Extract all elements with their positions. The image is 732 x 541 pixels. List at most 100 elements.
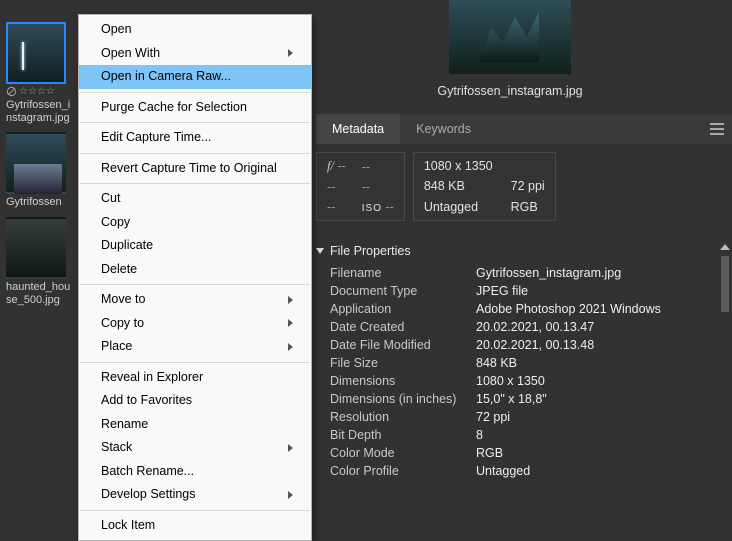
menu-item-label: Copy to (101, 315, 144, 333)
property-key: Application (316, 302, 476, 316)
aperture-label: f/ (327, 159, 334, 173)
property-value[interactable]: 20.02.2021, 00.13.48 (476, 338, 718, 352)
menu-item-label: Reveal in Explorer (101, 369, 203, 387)
menu-item-move-to[interactable]: Move to (79, 288, 311, 312)
property-key: Date File Modified (316, 338, 476, 352)
property-key: Filename (316, 266, 476, 280)
metadata-summary: f/ -- -- -- -- -- ISO -- 1080 x 1350 848… (316, 152, 556, 221)
iso-label: ISO (362, 203, 382, 214)
thumbnail-item[interactable]: Gytrifossen (6, 132, 74, 209)
property-key: Date Created (316, 320, 476, 334)
panel-menu-icon[interactable] (702, 114, 732, 144)
preview-area: Gytrifossen_instagram.jpg (430, 0, 590, 98)
thumbnail-item[interactable]: ☆☆☆☆ Gytrifossen_instagram.jpg (6, 22, 74, 124)
tab-metadata[interactable]: Metadata (316, 114, 400, 144)
thumbnail-image[interactable] (6, 132, 66, 194)
menu-item-purge-cache-for-selection[interactable]: Purge Cache for Selection (79, 96, 311, 120)
exposure-value: -- (327, 180, 346, 194)
thumbnail-caption: haunted_house_500.jpg (6, 281, 74, 306)
file-properties-title: File Properties (330, 244, 411, 258)
scroll-up-icon[interactable] (720, 244, 730, 250)
menu-item-label: Copy (101, 214, 130, 232)
menu-item-open[interactable]: Open (79, 18, 311, 42)
file-summary-box: 1080 x 1350 848 KB 72 ppi Untagged RGB (413, 152, 556, 221)
property-value[interactable]: Gytrifossen_instagram.jpg (476, 266, 718, 280)
property-key: Bit Depth (316, 428, 476, 442)
property-value[interactable]: 20.02.2021, 00.13.47 (476, 320, 718, 334)
menu-item-lock-item[interactable]: Lock Item (79, 514, 311, 538)
file-properties-panel: File Properties FilenameGytrifossen_inst… (316, 244, 718, 507)
flash-value: -- (362, 180, 394, 194)
property-value[interactable]: Untagged (476, 464, 718, 478)
menu-item-place[interactable]: Place (79, 335, 311, 359)
thumbnail-column: ☆☆☆☆ Gytrifossen_instagram.jpg Gytrifoss… (6, 22, 74, 314)
menu-item-label: Revert Capture Time to Original (101, 160, 277, 178)
menu-item-cut[interactable]: Cut (79, 187, 311, 211)
menu-item-label: Duplicate (101, 237, 153, 255)
summary-dimensions: 1080 x 1350 (424, 159, 493, 173)
property-value[interactable]: Adobe Photoshop 2021 Windows (476, 302, 718, 316)
menu-item-label: Lock Item (101, 517, 155, 535)
property-value[interactable]: 8 (476, 428, 718, 442)
preview-image[interactable] (449, 0, 571, 74)
property-value[interactable]: 848 KB (476, 356, 718, 370)
tab-keywords[interactable]: Keywords (400, 114, 487, 144)
menu-item-open-in-camera-raw[interactable]: Open in Camera Raw... (79, 65, 311, 89)
menu-item-label: Open in Camera Raw... (101, 68, 231, 86)
menu-item-duplicate[interactable]: Duplicate (79, 234, 311, 258)
scroll-thumb[interactable] (721, 256, 729, 312)
thumbnail-image[interactable] (6, 22, 66, 84)
property-value[interactable]: JPEG file (476, 284, 718, 298)
property-value[interactable]: RGB (476, 446, 718, 460)
menu-item-label: Develop Settings (101, 486, 196, 504)
summary-mode: RGB (511, 200, 545, 214)
menu-item-label: Move to (101, 291, 145, 309)
menu-item-delete[interactable]: Delete (79, 258, 311, 282)
property-key: Dimensions (in inches) (316, 392, 476, 406)
file-properties-header[interactable]: File Properties (316, 244, 718, 258)
menu-item-batch-rename[interactable]: Batch Rename... (79, 460, 311, 484)
menu-item-rename[interactable]: Rename (79, 413, 311, 437)
property-value[interactable]: 15,0" x 18,8" (476, 392, 718, 406)
property-key: Color Mode (316, 446, 476, 460)
property-key: Resolution (316, 410, 476, 424)
property-value[interactable]: 72 ppi (476, 410, 718, 424)
menu-item-label: Open (101, 21, 132, 39)
menu-item-label: Delete (101, 261, 137, 279)
context-menu[interactable]: Open Open With Open in Camera Raw... Purge … (78, 14, 312, 541)
menu-item-develop-settings[interactable]: Develop Settings (79, 483, 311, 507)
menu-item-label: Open With (101, 45, 160, 63)
metadata-tabbar: Metadata Keywords (316, 114, 732, 144)
menu-item-edit-capture-time[interactable]: Edit Capture Time... (79, 126, 311, 150)
no-symbol-icon (6, 86, 17, 97)
summary-tag: Untagged (424, 200, 493, 214)
disclosure-triangle-icon[interactable] (316, 248, 324, 254)
thumbnail-image[interactable] (6, 217, 66, 279)
menu-item-revert-capture-time-to-original[interactable]: Revert Capture Time to Original (79, 157, 311, 181)
thumbnail-caption: Gytrifossen_instagram.jpg (6, 99, 74, 124)
summary-ppi: 72 ppi (511, 179, 545, 193)
thumbnail-rating-row: ☆☆☆☆ (6, 86, 74, 97)
property-key: File Size (316, 356, 476, 370)
menu-item-copy[interactable]: Copy (79, 211, 311, 235)
menu-item-copy-to[interactable]: Copy to (79, 312, 311, 336)
property-key: Document Type (316, 284, 476, 298)
property-key: Color Profile (316, 464, 476, 478)
property-key: Dimensions (316, 374, 476, 388)
scrollbar[interactable] (720, 244, 730, 504)
thumbnail-item[interactable]: haunted_house_500.jpg (6, 217, 74, 306)
menu-item-reveal-in-explorer[interactable]: Reveal in Explorer (79, 366, 311, 390)
summary-filesize: 848 KB (424, 179, 493, 193)
menu-item-stack[interactable]: Stack (79, 436, 311, 460)
menu-item-label: Purge Cache for Selection (101, 99, 247, 117)
menu-item-label: Batch Rename... (101, 463, 194, 481)
file-properties-grid: FilenameGytrifossen_instagram.jpgDocumen… (316, 266, 718, 478)
rating-stars[interactable]: ☆☆☆☆ (19, 86, 55, 97)
property-value[interactable]: 1080 x 1350 (476, 374, 718, 388)
menu-item-add-to-favorites[interactable]: Add to Favorites (79, 389, 311, 413)
camera-settings-box: f/ -- -- -- -- -- ISO -- (316, 152, 405, 221)
metering-value: -- (327, 200, 346, 214)
shutter-value: -- (362, 160, 394, 174)
menu-item-open-with[interactable]: Open With (79, 42, 311, 66)
menu-item-label: Stack (101, 439, 132, 457)
